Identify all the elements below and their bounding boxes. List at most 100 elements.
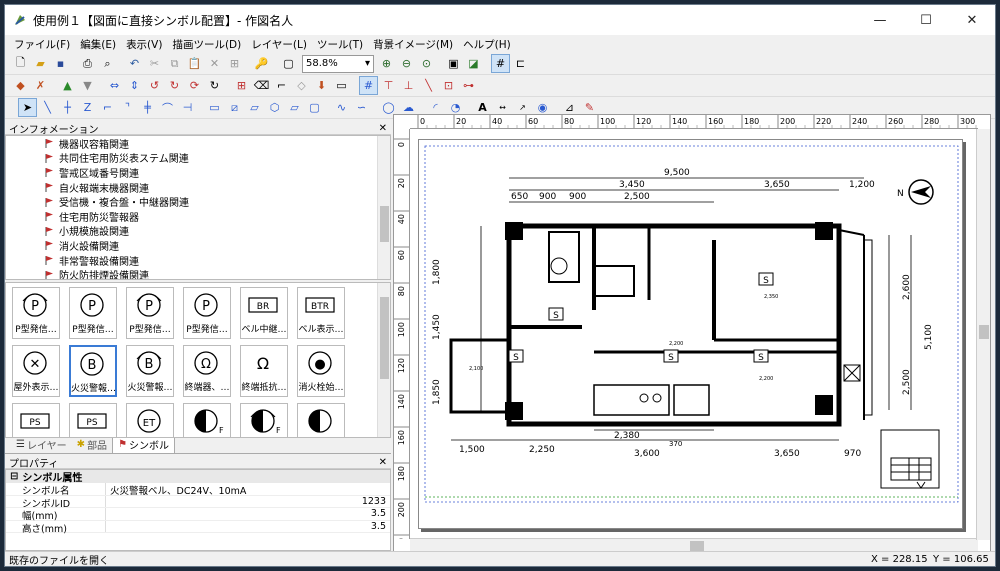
erase-part-icon[interactable]: ◇ bbox=[292, 76, 311, 95]
tree-item[interactable]: 警戒区域番号関連 bbox=[6, 165, 390, 180]
symbol-tile[interactable]: B 火災警報… bbox=[126, 345, 174, 397]
cut-icon[interactable]: ✂ bbox=[145, 54, 164, 73]
menu-view[interactable]: 表示(V) bbox=[121, 37, 167, 52]
drawing-canvas[interactable]: 0 20 40 60 80 100 120 140 160 180 200 220 240 260 280 3… bbox=[393, 114, 991, 553]
property-row[interactable]: シンボル名 火災警報ベル、DC24V、10mA bbox=[6, 483, 390, 497]
scroll-thumb[interactable] bbox=[690, 541, 704, 551]
freehand-icon[interactable]: ∽ bbox=[352, 98, 371, 117]
close-icon[interactable]: ✕ bbox=[379, 457, 387, 468]
tree-item[interactable]: 共同住宅用防災表ステム関連 bbox=[6, 151, 390, 165]
symbol-tile[interactable]: BR ベル中継… bbox=[240, 287, 288, 339]
symbol-tile[interactable]: P P型発信… bbox=[69, 287, 117, 339]
tree-item[interactable]: 消火設備関連 bbox=[6, 238, 390, 253]
snap-mid-icon[interactable]: ⊥ bbox=[399, 76, 418, 95]
horizontal-scrollbar[interactable] bbox=[410, 538, 978, 552]
close-icon[interactable]: ✕ bbox=[379, 123, 387, 134]
tree-item[interactable]: 非常警報設備関連 bbox=[6, 253, 390, 268]
flip-vertical-icon[interactable]: ⇕ bbox=[125, 76, 144, 95]
rotate-90-icon[interactable]: ⟳ bbox=[185, 76, 204, 95]
symbol-tile[interactable]: F bbox=[183, 403, 231, 437]
snapshot-icon[interactable]: ▣ bbox=[444, 54, 463, 73]
ruler-icon[interactable]: ⊏ bbox=[511, 54, 530, 73]
symbol-tile[interactable]: PS bbox=[69, 403, 117, 437]
symbol-tile[interactable]: ● 消火栓始… bbox=[297, 345, 345, 397]
symbol-tile[interactable]: ✕ 屋外表示… bbox=[12, 345, 60, 397]
rect-diag-icon[interactable]: ⧄ bbox=[225, 98, 244, 117]
snap-cross-icon[interactable]: ⊶ bbox=[459, 76, 478, 95]
zoom-select[interactable]: 58.8% ▾ bbox=[302, 54, 374, 73]
tab-parts[interactable]: ✱ 部品 bbox=[72, 436, 112, 453]
symbol-tile[interactable]: B 火災警報… bbox=[69, 345, 117, 397]
symbol-tile[interactable]: P P型発信… bbox=[12, 287, 60, 339]
property-pin-icon[interactable]: 🔑 bbox=[252, 54, 271, 73]
vertical-scrollbar[interactable] bbox=[976, 129, 990, 540]
symbol-tile[interactable]: BTR ベル表示… bbox=[297, 287, 345, 339]
info-scrollbar[interactable] bbox=[377, 136, 390, 279]
wire-cross-icon[interactable]: ╪ bbox=[138, 98, 157, 117]
select-arrow-icon[interactable]: ➤ bbox=[18, 98, 37, 117]
snap-line-icon[interactable]: ╲ bbox=[419, 76, 438, 95]
tree-item[interactable]: 住宅用防災警報器 bbox=[6, 209, 390, 224]
property-group[interactable]: ⊟ シンボル属性 bbox=[6, 470, 390, 484]
bring-front-icon[interactable]: ▲ bbox=[58, 76, 77, 95]
layer-show-icon[interactable]: ◆ bbox=[11, 76, 30, 95]
menu-edit[interactable]: 編集(E) bbox=[75, 37, 121, 52]
line-icon[interactable]: ╲ bbox=[38, 98, 57, 117]
symbol-tile[interactable]: Ω 終端器、… bbox=[183, 345, 231, 397]
property-row[interactable]: 幅(mm) 3.5 bbox=[6, 508, 390, 522]
print-preview-icon[interactable]: ⌕ bbox=[98, 54, 117, 73]
move-down-icon[interactable]: ⬇ bbox=[312, 76, 331, 95]
rectangle-icon[interactable]: ▭ bbox=[205, 98, 224, 117]
new-file-icon[interactable]: 🗋 bbox=[11, 54, 30, 73]
tree-item[interactable]: 防火防排煙設備関連 bbox=[6, 267, 390, 279]
symbol-tile[interactable]: F bbox=[240, 403, 288, 437]
symbol-scrollbar[interactable] bbox=[377, 283, 390, 437]
select-all-icon[interactable]: ⊞ bbox=[225, 54, 244, 73]
menu-layer[interactable]: レイヤー(L) bbox=[246, 37, 312, 52]
menu-help[interactable]: ヘルプ(H) bbox=[458, 37, 516, 52]
delete-icon[interactable]: ✕ bbox=[205, 54, 224, 73]
snap-grid-icon[interactable]: # bbox=[359, 76, 378, 95]
drawing-sheet[interactable]: S S S S S 2,350 2,200 2,200 2,100 9,500 bbox=[418, 139, 963, 529]
property-row[interactable]: シンボルID 1233 bbox=[6, 495, 390, 510]
wire-end-icon[interactable]: ⊣ bbox=[178, 98, 197, 117]
zoom-fit-icon[interactable]: ⊙ bbox=[417, 54, 436, 73]
paste-icon[interactable]: 📋 bbox=[185, 54, 204, 73]
polyline-diag-icon[interactable]: ⌝ bbox=[118, 98, 137, 117]
group-icon[interactable]: ⊞ bbox=[232, 76, 251, 95]
scroll-thumb[interactable] bbox=[380, 297, 389, 379]
close-button[interactable]: ✕ bbox=[949, 5, 995, 35]
rotate-free-icon[interactable]: ↻ bbox=[205, 76, 224, 95]
property-row[interactable]: 高さ(mm) 3.5 bbox=[6, 520, 390, 535]
symbol-tile[interactable]: P P型発信… bbox=[126, 287, 174, 339]
tree-item[interactable]: 自火報端末機器関連 bbox=[6, 180, 390, 195]
tree-item[interactable]: 受信機・複合盤・中継器関連 bbox=[6, 194, 390, 209]
snap-end-icon[interactable]: ⊤ bbox=[379, 76, 398, 95]
symbol-tile[interactable]: PS bbox=[12, 403, 60, 437]
tab-layer[interactable]: ☰ レイヤー bbox=[11, 436, 72, 453]
layer-hide-icon[interactable]: ✗ bbox=[31, 76, 50, 95]
grid-icon[interactable]: # bbox=[491, 54, 510, 73]
frame-icon[interactable]: ▭ bbox=[332, 76, 351, 95]
tree-item[interactable]: 機器収容箱関連 bbox=[6, 136, 390, 151]
print-icon[interactable]: ⎙ bbox=[78, 54, 97, 73]
rect-skew-icon[interactable]: ▱ bbox=[245, 98, 264, 117]
parallelogram-icon[interactable]: ▱ bbox=[285, 98, 304, 117]
zoom-in-icon[interactable]: ⊕ bbox=[377, 54, 396, 73]
polyline-step-icon[interactable]: ⌐ bbox=[98, 98, 117, 117]
symbol-tile[interactable] bbox=[297, 403, 345, 437]
symbol-tile[interactable]: P P型発信… bbox=[183, 287, 231, 339]
snap-box-icon[interactable]: ⊡ bbox=[439, 76, 458, 95]
background-icon[interactable]: ◪ bbox=[464, 54, 483, 73]
hexagon-icon[interactable]: ⬡ bbox=[265, 98, 284, 117]
page-frame-icon[interactable]: ▢ bbox=[279, 54, 298, 73]
rounded-rect-icon[interactable]: ▢ bbox=[305, 98, 324, 117]
copy-icon[interactable]: ⧉ bbox=[165, 54, 184, 73]
tree-item[interactable]: 小規模施設関連 bbox=[6, 224, 390, 238]
trim-icon[interactable]: ⌐ bbox=[272, 76, 291, 95]
symbol-tile[interactable]: Ω 終端抵抗… bbox=[240, 345, 288, 397]
scroll-thumb[interactable] bbox=[380, 206, 389, 242]
symbol-tile[interactable]: ET bbox=[126, 403, 174, 437]
zoom-out-icon[interactable]: ⊖ bbox=[397, 54, 416, 73]
cross-line-icon[interactable]: ┼ bbox=[58, 98, 77, 117]
